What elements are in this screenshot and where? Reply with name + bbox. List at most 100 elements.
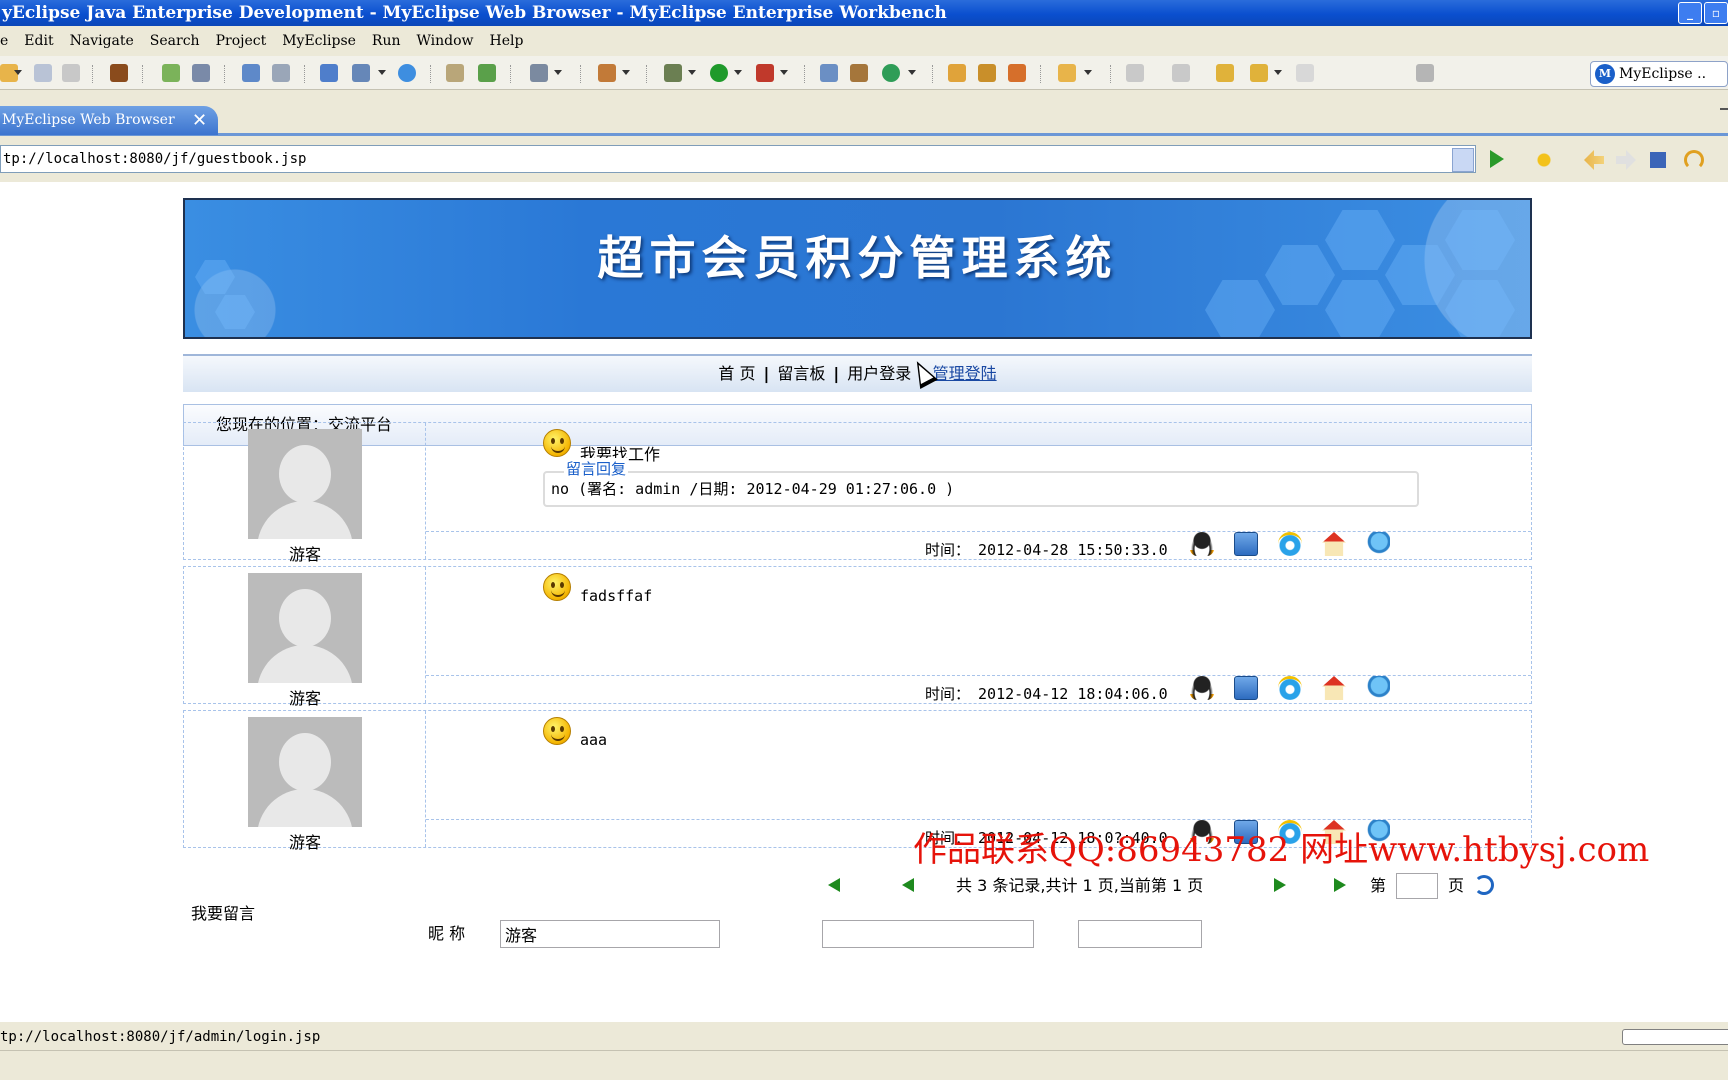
editor-tab-row: MyEclipse Web Browser ✕ [0, 104, 1728, 136]
back-dropdown-icon[interactable] [1274, 70, 1282, 75]
favorites-icon[interactable] [1534, 150, 1554, 170]
server-dropdown-icon[interactable] [378, 70, 386, 75]
message-row: 游客 fadsffaf 时间： 2012-04-12 18:04:06.0 [183, 566, 1532, 708]
save-icon[interactable] [34, 64, 52, 82]
new-dropdown-icon[interactable] [14, 70, 22, 75]
next-annotation-icon[interactable] [1126, 64, 1144, 82]
menu-myeclipse[interactable]: MyEclipse [274, 33, 364, 49]
last-edit-icon[interactable] [1216, 64, 1234, 82]
open-task-icon[interactable] [948, 64, 966, 82]
run-dropdown-icon[interactable] [734, 70, 742, 75]
page-number-input[interactable] [1396, 873, 1438, 899]
perspective-switcher[interactable]: M MyEclipse .. [1590, 61, 1728, 87]
ip-address-icon[interactable] [1366, 676, 1390, 700]
browser-page: 超市会员积分管理系统 首 页 | 留言板 | 用户登录 | 管理登陆 您现在的位置：交流平台… [0, 182, 1728, 1022]
refresh-project-icon[interactable] [882, 64, 900, 82]
stop-icon[interactable] [1650, 152, 1666, 168]
nav-guestbook-link[interactable]: 留言板 [777, 364, 825, 383]
url-input[interactable] [0, 145, 1476, 173]
home-icon[interactable] [1322, 676, 1346, 700]
package-icon[interactable] [110, 64, 128, 82]
author-name: 游客 [288, 545, 321, 564]
next-page-icon[interactable] [1274, 878, 1286, 892]
form-field[interactable] [822, 920, 1034, 948]
smiley-icon [543, 573, 571, 601]
avatar [248, 573, 362, 683]
email-icon[interactable] [1234, 532, 1258, 556]
restore-window-button[interactable]: ▫ [1704, 2, 1728, 24]
external-tools-icon[interactable] [756, 64, 774, 82]
tab-label: MyEclipse Web Browser [2, 112, 175, 128]
previous-page-icon[interactable] [902, 878, 914, 892]
ip-address-icon[interactable] [1366, 532, 1390, 556]
open-perspective-icon[interactable] [1416, 64, 1434, 82]
deploy-icon[interactable] [192, 64, 210, 82]
new-class-icon[interactable] [820, 64, 838, 82]
external-tools-dropdown-icon[interactable] [780, 70, 788, 75]
main-toolbar [0, 56, 1728, 90]
menu-edit[interactable]: Edit [16, 33, 61, 49]
menu-window[interactable]: Window [409, 33, 482, 49]
message-footer: 时间： 2012-04-12 18:04:06.0 [426, 675, 1531, 703]
nav-home-link[interactable]: 首 页 [718, 364, 755, 383]
new-folder-icon[interactable] [446, 64, 464, 82]
print-icon[interactable] [62, 64, 80, 82]
run-icon[interactable] [710, 64, 728, 82]
terminal-icon[interactable] [530, 64, 548, 82]
terminal-dropdown-icon[interactable] [554, 70, 562, 75]
email-icon[interactable] [1234, 676, 1258, 700]
nav-user-login-link[interactable]: 用户登录 [847, 364, 911, 383]
message-time: 时间： 2012-04-28 15:50:33.0 [925, 541, 1168, 559]
open-folder-icon[interactable] [1058, 64, 1076, 82]
homepage-ie-icon[interactable] [1278, 676, 1302, 700]
menu-run[interactable]: Run [364, 33, 409, 49]
menu-navigate[interactable]: Navigate [62, 33, 142, 49]
menu-help[interactable]: Help [482, 33, 532, 49]
minimize-view-icon[interactable] [1720, 108, 1728, 112]
refresh-dropdown-icon[interactable] [908, 70, 916, 75]
tools-icon[interactable] [598, 64, 616, 82]
open-resource-icon[interactable] [978, 64, 996, 82]
tab-web-browser[interactable]: MyEclipse Web Browser ✕ [0, 106, 218, 135]
debug-icon[interactable] [664, 64, 682, 82]
go-page-icon[interactable] [1474, 875, 1494, 895]
go-icon[interactable] [1490, 150, 1504, 168]
menu-search[interactable]: Search [142, 33, 208, 49]
site-nav: 首 页 | 留言板 | 用户登录 | 管理登陆 [183, 354, 1532, 392]
tools-dropdown-icon[interactable] [622, 70, 630, 75]
menu-file[interactable]: e [0, 33, 16, 49]
debug-dropdown-icon[interactable] [688, 70, 696, 75]
previous-annotation-icon[interactable] [1172, 64, 1190, 82]
debug-server-icon[interactable] [162, 64, 180, 82]
back-icon[interactable] [1250, 64, 1268, 82]
add-icon[interactable] [478, 64, 496, 82]
open-type-icon[interactable] [242, 64, 260, 82]
open-web-icon[interactable] [1008, 64, 1026, 82]
form-field[interactable] [1078, 920, 1202, 948]
browser-globe-icon[interactable] [398, 64, 416, 82]
status-bar: tp://localhost:8080/jf/admin/login.jsp [0, 1026, 1728, 1048]
goto-suffix: 页 [1448, 876, 1465, 895]
minimize-window-button[interactable]: _ [1678, 2, 1702, 24]
message-author-panel: 游客 [184, 423, 426, 564]
open-folder-dropdown-icon[interactable] [1084, 70, 1092, 75]
home-icon[interactable] [1322, 532, 1346, 556]
search-icon[interactable] [272, 64, 290, 82]
nickname-input[interactable] [500, 920, 720, 948]
server-icon[interactable] [352, 64, 370, 82]
new-package-icon[interactable] [850, 64, 868, 82]
nav-admin-login-link[interactable]: 管理登陆 [933, 364, 997, 383]
menu-project[interactable]: Project [208, 33, 275, 49]
homepage-ie-icon[interactable] [1278, 532, 1302, 556]
qq-icon[interactable] [1190, 532, 1214, 556]
refresh-icon[interactable] [1684, 150, 1704, 170]
first-page-icon[interactable] [828, 878, 840, 892]
qq-icon[interactable] [1190, 676, 1214, 700]
last-page-icon[interactable] [1334, 878, 1346, 892]
smiley-icon [543, 429, 571, 457]
forward-icon[interactable] [1296, 64, 1314, 82]
url-history-dropdown-icon[interactable] [1452, 148, 1474, 172]
status-text: tp://localhost:8080/jf/admin/login.jsp [0, 1029, 321, 1045]
run-config-icon[interactable] [320, 64, 338, 82]
close-tab-icon[interactable]: ✕ [192, 106, 207, 135]
